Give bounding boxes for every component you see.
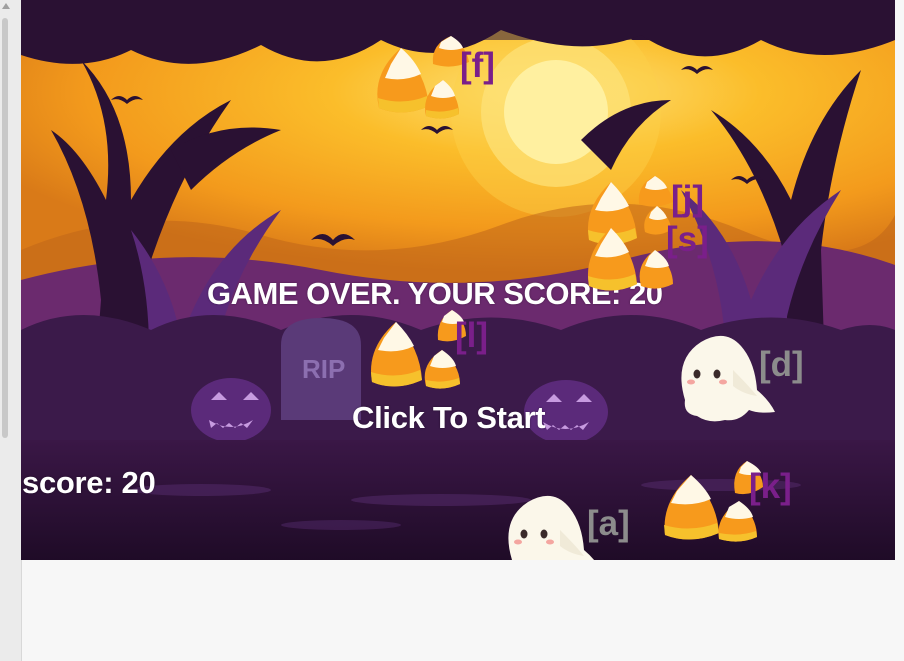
ghost-key-label-d: [d] xyxy=(759,345,804,384)
page-scrollbar[interactable] xyxy=(0,0,22,661)
candy-key-label-j: [j] xyxy=(671,179,705,218)
candy-corn-icon[interactable] xyxy=(366,304,466,395)
scroll-up-arrow-icon[interactable] xyxy=(2,3,10,9)
candy-key-label-l: [l] xyxy=(455,316,489,355)
candy-key-label-f: [f] xyxy=(460,46,495,85)
click-to-start-button[interactable]: Click To Start xyxy=(352,400,546,436)
candy-corn-piece xyxy=(377,48,429,113)
svg-text:RIP: RIP xyxy=(302,354,345,384)
candy-key-label-k: [k] xyxy=(749,467,792,506)
scrollbar-thumb[interactable] xyxy=(2,18,8,438)
score-display: score: 20 xyxy=(22,465,156,500)
candy-corn-icon[interactable] xyxy=(583,168,678,301)
game-canvas[interactable]: RIP GAME OVER. YOUR SCORE: 20 Click To S… xyxy=(21,0,895,560)
ghost-key-label-a: [a] xyxy=(587,504,630,543)
candy-key-label-s: [s] xyxy=(666,220,709,259)
